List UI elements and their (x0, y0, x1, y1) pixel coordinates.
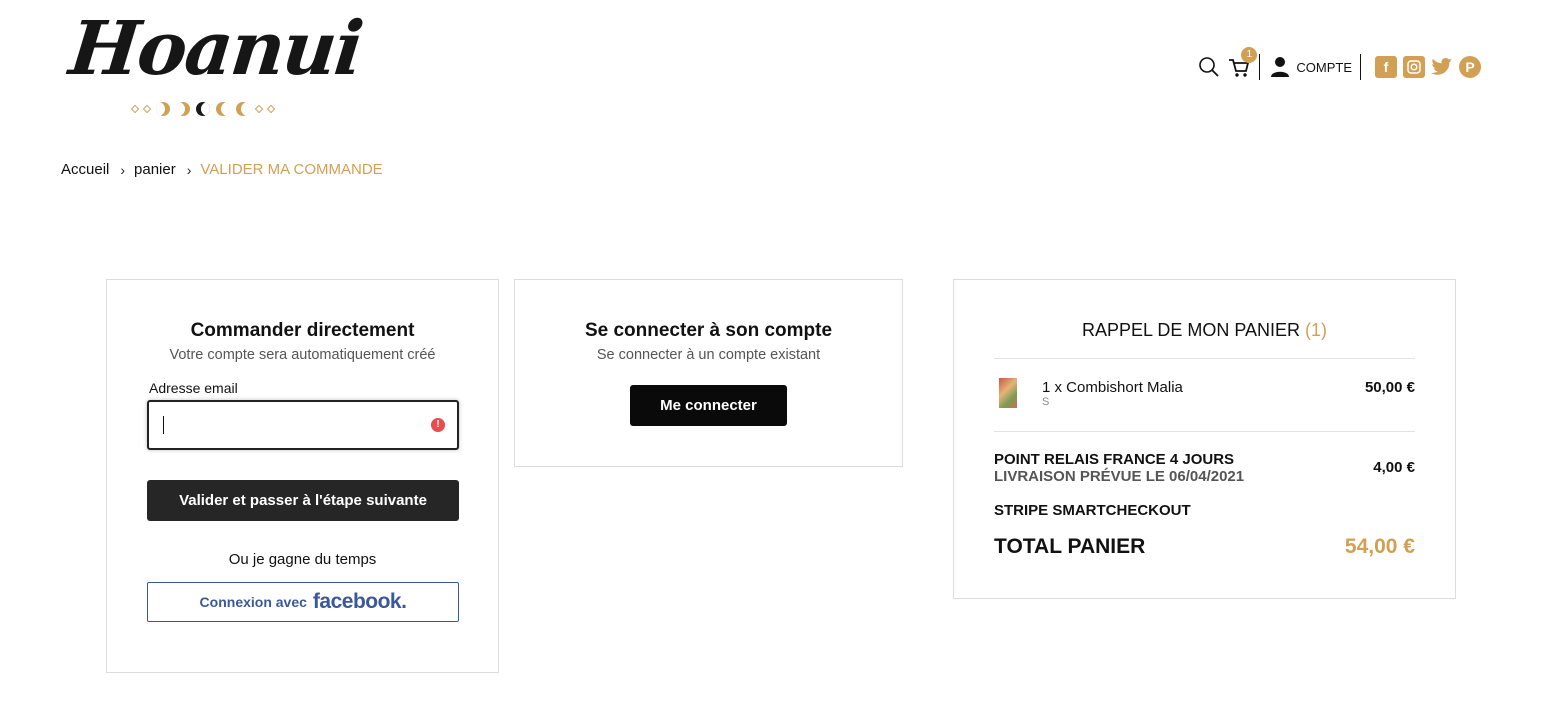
breadcrumb-home[interactable]: Accueil (61, 161, 109, 178)
cart-item-size: S (1042, 396, 1050, 408)
chevron-right-icon: › (120, 161, 126, 178)
user-icon[interactable] (1268, 55, 1292, 79)
header-divider (1360, 54, 1361, 80)
logo-wordmark: Hoanui (65, 6, 366, 92)
cart-item-price: 50,00 € (1364, 379, 1415, 396)
product-thumbnail[interactable] (999, 378, 1017, 408)
total-label: TOTAL PANIER (994, 535, 1146, 558)
direct-order-subtitle: Votre compte sera automatiquement créé (169, 347, 436, 363)
header-divider (1259, 54, 1261, 80)
pinterest-icon[interactable]: P (1459, 56, 1481, 78)
login-subtitle: Se connecter à un compte existant (596, 347, 821, 363)
submit-next-step-button[interactable]: Valider et passer à l'étape suivante (147, 480, 459, 521)
twitter-icon[interactable] (1431, 56, 1453, 78)
email-label: Adresse email (149, 380, 238, 396)
direct-order-panel: Commander directement Votre compte sera … (106, 279, 499, 673)
login-title: Se connecter à son compte (584, 320, 833, 341)
breadcrumb-cart[interactable]: panier (134, 161, 176, 178)
cart-summary-count: (1) (1305, 320, 1328, 340)
facebook-icon[interactable]: f (1375, 56, 1397, 78)
cart-icon[interactable]: 1 (1227, 47, 1258, 79)
account-link[interactable]: COMPTE (1296, 60, 1352, 75)
logo-moon-ornament (130, 102, 276, 116)
divider (994, 431, 1415, 432)
chevron-right-icon: › (186, 161, 192, 178)
total-value: 54,00 € (1344, 535, 1415, 558)
search-icon[interactable] (1197, 55, 1221, 79)
direct-order-title: Commander directement (190, 320, 415, 341)
instagram-icon[interactable] (1403, 56, 1425, 78)
header-toolbar: 1 COMPTE f P (1197, 47, 1481, 82)
cart-summary-title: RAPPEL DE MON PANIER (1) (954, 320, 1455, 341)
site-logo[interactable]: Hoanui (65, 6, 365, 132)
cart-item-name: 1 x Combishort Malia (1042, 379, 1183, 396)
payment-method: STRIPE SMARTCHECKOUT (994, 502, 1191, 519)
divider (994, 358, 1415, 359)
login-panel: Se connecter à son compte Se connecter à… (514, 279, 903, 467)
error-icon: ! (431, 418, 445, 432)
alternative-text: Ou je gagne du temps (228, 551, 377, 568)
shipping-price: 4,00 € (1373, 459, 1415, 476)
facebook-wordmark: facebook. (312, 590, 407, 613)
email-field[interactable] (147, 400, 459, 450)
breadcrumb-current: VALIDER MA COMMANDE (200, 161, 383, 178)
facebook-login-prefix: Connexion avec (199, 594, 307, 610)
shipping-date: LIVRAISON PRÉVUE LE 06/04/2021 (994, 468, 1245, 485)
breadcrumb: Accueil › panier › VALIDER MA COMMANDE (61, 161, 383, 178)
shipping-method: POINT RELAIS FRANCE 4 JOURS (994, 451, 1235, 468)
facebook-login-button[interactable]: Connexion avec facebook. (147, 582, 459, 622)
cart-count-badge: 1 (1241, 47, 1258, 63)
cart-summary-panel: RAPPEL DE MON PANIER (1) 1 x Combishort … (953, 279, 1456, 599)
cart-summary-title-text: RAPPEL DE MON PANIER (1081, 320, 1301, 340)
text-caret (163, 416, 164, 434)
login-button[interactable]: Me connecter (630, 385, 787, 426)
